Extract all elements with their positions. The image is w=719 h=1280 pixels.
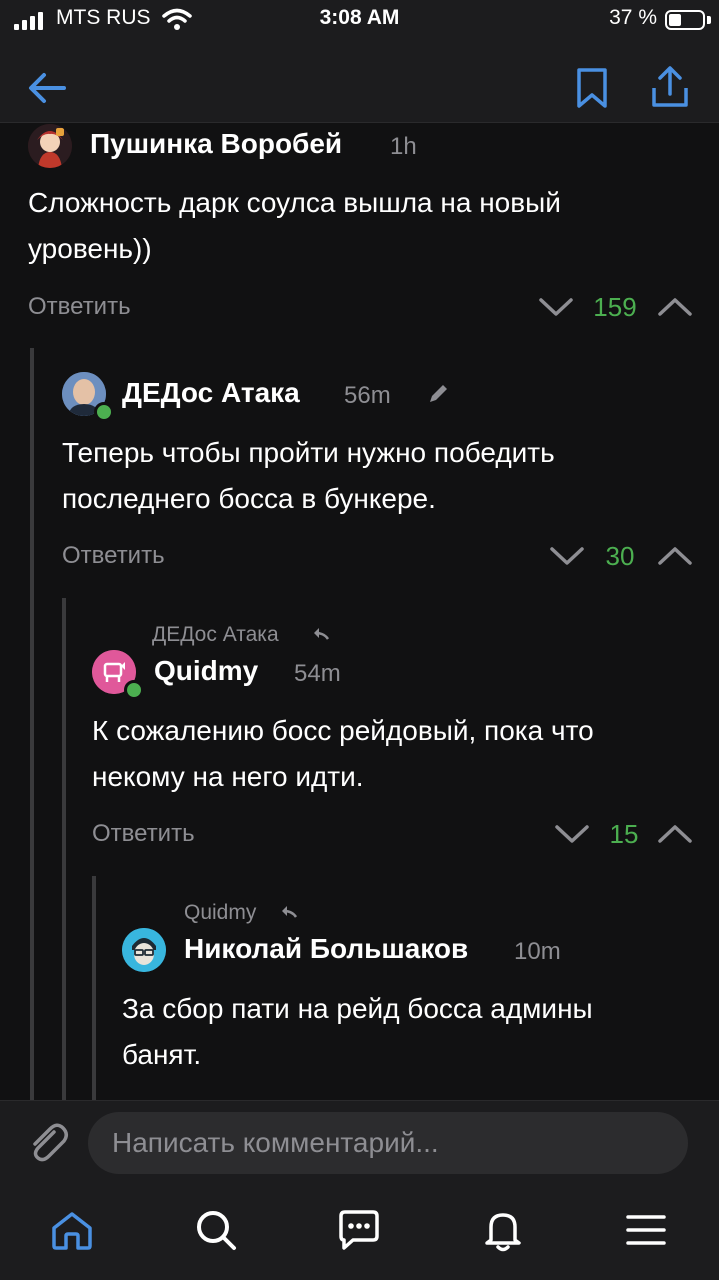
online-indicator [124,680,144,700]
thread-line-level-1 [30,348,34,1100]
comment-text-line: Теперь чтобы пройти нужно победить [62,437,555,468]
search-icon[interactable] [192,1206,240,1254]
comment-author[interactable]: Quidmy [154,655,258,687]
comment-text-line: последнего босса в бункере. [62,483,436,514]
comment-text: За сбор пати на рейд босса админы банят. [122,986,702,1078]
downvote-icon[interactable] [538,295,574,319]
messages-icon[interactable] [335,1206,383,1254]
share-icon[interactable] [646,64,694,112]
reply-button[interactable]: Ответить [62,542,165,570]
comment-input[interactable] [88,1112,688,1174]
battery-icon [665,10,705,30]
reply-arrow-icon [282,906,298,918]
reply-arrow-icon [314,628,330,640]
battery-percent: 37 % [609,6,657,29]
comment-time: 10m [514,938,561,965]
notifications-icon[interactable] [479,1206,527,1254]
comment-text-line: некому на него идти. [92,761,364,792]
avatar-image [28,124,72,168]
comment-text-line: банят. [122,1039,202,1070]
battery-nub [707,16,711,24]
comment-text-line: Сложность дарк соулса вышла на новый [28,187,561,218]
comment-score: 15 [609,819,639,849]
upvote-icon[interactable] [657,295,693,319]
avatar-image [122,928,166,972]
comment-text: Теперь чтобы пройти нужно победить после… [62,430,692,522]
comment-score: 159 [593,292,637,322]
comment-input-container [88,1112,688,1174]
reply-button[interactable]: Ответить [28,293,131,321]
comment-text-line: За сбор пати на рейд босса админы [122,993,593,1024]
comment-text: Сложность дарк соулса вышла на новый уро… [28,180,688,272]
upvote-icon[interactable] [657,822,693,846]
comment-author[interactable]: ДЕДос Атака [122,377,300,409]
reply-button[interactable]: Ответить [92,820,195,848]
comment-text-line: К сожалению босс рейдовый, пока что [92,715,594,746]
comment-score: 30 [605,541,635,571]
bookmark-icon[interactable] [568,64,616,112]
reply-to-author[interactable]: ДЕДос Атака [152,623,279,647]
reply-to-author[interactable]: Quidmy [184,901,256,925]
menu-icon[interactable] [622,1206,670,1254]
comment-time: 54m [294,660,341,687]
avatar[interactable] [28,124,72,168]
status-bar: MTS RUS 3:08 AM 37 % [0,0,719,42]
comment-time: 1h [390,133,417,160]
comment-author[interactable]: Николай Большаков [184,933,468,965]
downvote-icon[interactable] [554,822,590,846]
online-indicator [94,402,114,422]
arrow-left-icon[interactable] [24,64,72,112]
comment-text: К сожалению босс рейдовый, пока что неко… [92,708,702,800]
downvote-icon[interactable] [549,544,585,568]
upvote-icon[interactable] [657,544,693,568]
comment-time: 56m [344,382,391,409]
edited-pencil-icon [430,385,447,402]
thread-line-level-3 [92,876,96,1100]
home-icon[interactable] [48,1206,96,1254]
comment-author[interactable]: Пушинка Воробей [90,128,342,160]
paperclip-icon[interactable] [24,1118,72,1166]
thread-line-level-2 [62,598,66,1100]
comment-text-line: уровень)) [28,233,152,264]
avatar[interactable] [122,928,166,972]
